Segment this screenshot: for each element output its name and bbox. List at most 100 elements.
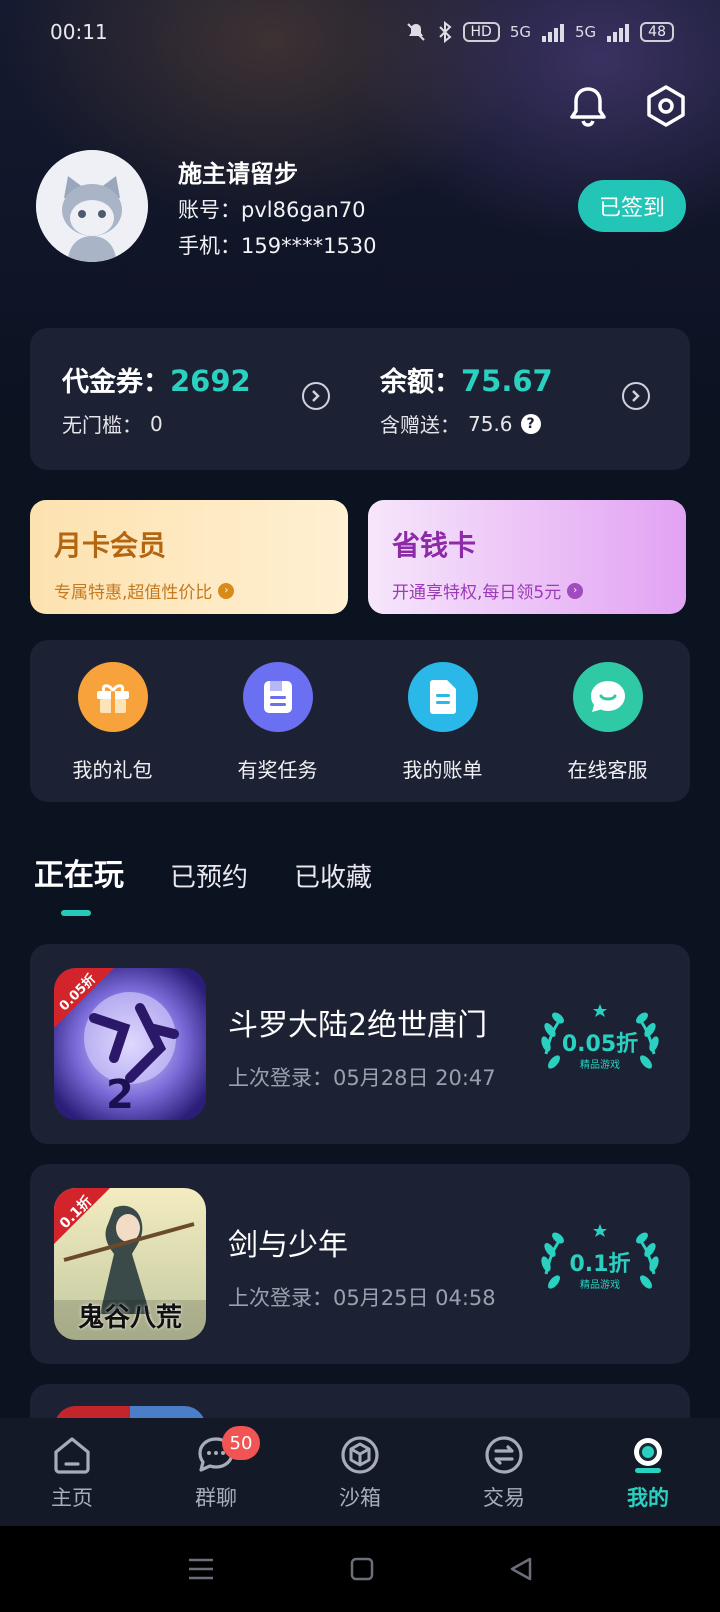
- header-actions: [566, 84, 688, 128]
- saver-card-subtitle: 开通享特权,每日领5元: [392, 583, 562, 603]
- notification-button[interactable]: [566, 84, 610, 128]
- account-line: 账号：pvl86gan70: [178, 194, 366, 224]
- game-tabs: 正在玩 已预约 已收藏: [34, 850, 372, 894]
- game-name: 斗罗大陆2绝世唐门: [228, 1008, 488, 1043]
- quick-action-label: 在线客服: [567, 758, 648, 782]
- saver-card-promo[interactable]: 省钱卡 开通享特权,每日领5元 ›: [368, 500, 686, 614]
- settings-hexagon-icon: [647, 85, 685, 127]
- nav-sandbox[interactable]: 沙箱: [288, 1418, 432, 1526]
- bluetooth-icon: [438, 21, 452, 43]
- monthly-card-subtitle: 专属特惠,超值性价比: [54, 583, 213, 603]
- quick-action-label: 我的账单: [402, 758, 483, 782]
- game-icon-jian: 0.1折 鬼谷八荒: [54, 1188, 206, 1340]
- bell-icon: [570, 87, 606, 127]
- chat-icon: [572, 662, 643, 732]
- nav-label: 群聊: [195, 1486, 237, 1510]
- saver-card-title: 省钱卡: [392, 529, 477, 562]
- tab-playing[interactable]: 正在玩: [34, 850, 124, 894]
- signal-bars-icon-2: [607, 24, 630, 42]
- account-label: 账号：: [178, 198, 241, 222]
- tab-reserved[interactable]: 已预约: [170, 857, 248, 894]
- phone-label: 手机：: [178, 234, 241, 258]
- gift-label: 含赠送：: [380, 413, 460, 437]
- bill-icon: [407, 662, 478, 732]
- cat-avatar-icon: [36, 150, 148, 262]
- balance-value: 75.67: [461, 364, 553, 398]
- voucher-arrow-button[interactable]: [302, 382, 330, 410]
- game-card[interactable]: 0.1折 鬼谷八荒 剑与少年 上次登录：05月25日 04:58 0.1折 精品…: [30, 1164, 690, 1364]
- chevron-right-icon: [312, 390, 320, 402]
- nav-home[interactable]: 主页: [0, 1418, 144, 1526]
- nav-label: 我的: [627, 1486, 669, 1510]
- avatar[interactable]: [36, 150, 148, 262]
- checkin-button[interactable]: 已签到: [578, 180, 686, 232]
- balance-block[interactable]: 余额：75.67 含赠送： 75.6?: [380, 360, 553, 438]
- voucher-block[interactable]: 代金券：2692 无门槛： 0: [62, 360, 251, 438]
- quick-action-label: 有奖任务: [237, 758, 318, 782]
- bottom-nav: 主页 50 群聊 沙箱 交易 我的: [0, 1418, 720, 1526]
- profile-section: 施主请留步 账号：pvl86gan70 手机：159****1530 已签到: [36, 148, 686, 262]
- account-value: pvl86gan70: [241, 198, 366, 222]
- unread-badge: 50: [222, 1426, 260, 1460]
- game-last-login: 上次登录：05月25日 04:58: [228, 1282, 496, 1312]
- mute-bell-icon: [406, 23, 425, 41]
- voucher-value: 2692: [170, 364, 251, 398]
- discount-value: 0.1折: [569, 1252, 631, 1277]
- nav-group-chat[interactable]: 50 群聊: [144, 1418, 288, 1526]
- settings-button[interactable]: [644, 84, 688, 128]
- discount-subtitle: 精品游戏: [580, 1060, 620, 1071]
- tab-favorites[interactable]: 已收藏: [294, 857, 372, 894]
- nav-label: 交易: [483, 1486, 525, 1510]
- nav-label: 沙箱: [339, 1486, 381, 1510]
- svg-text:2: 2: [106, 1072, 134, 1118]
- quick-action-support[interactable]: 在线客服: [525, 640, 690, 802]
- chevron-right-icon: ›: [567, 582, 584, 599]
- nav-label: 主页: [51, 1486, 93, 1510]
- quick-action-bill[interactable]: 我的账单: [360, 640, 525, 802]
- chevron-right-icon: ›: [218, 582, 235, 599]
- last-login-value: 05月28日 20:47: [333, 1066, 496, 1090]
- quick-action-label: 我的礼包: [72, 758, 153, 782]
- game-art-text: 鬼谷八荒: [77, 1303, 182, 1333]
- chevron-right-icon: [632, 390, 640, 402]
- battery-indicator: 48: [640, 22, 674, 42]
- monthly-card-promo[interactable]: 月卡会员 专属特惠,超值性价比 ›: [30, 500, 348, 614]
- nav-trade[interactable]: 交易: [432, 1418, 576, 1526]
- gift-value: 75.6: [468, 411, 513, 436]
- signal-5g-icon: 5G: [509, 23, 531, 41]
- trade-icon: [485, 1436, 523, 1474]
- phone-line: 手机：159****1530: [178, 230, 377, 260]
- task-icon: [242, 662, 313, 732]
- game-card[interactable]: 2 0.05折 斗罗大陆2绝世唐门 上次登录：05月28日 20:47 0.05…: [30, 944, 690, 1144]
- game-icon-douluo: 2 0.05折: [54, 968, 206, 1120]
- last-login-label: 上次登录：: [228, 1286, 333, 1310]
- nav-profile[interactable]: 我的: [576, 1418, 720, 1526]
- status-time: 00:11: [50, 20, 108, 44]
- quick-action-task[interactable]: 有奖任务: [195, 640, 360, 802]
- last-login-label: 上次登录：: [228, 1066, 333, 1090]
- balance-arrow-button[interactable]: [622, 382, 650, 410]
- back-triangle-icon[interactable]: [508, 1556, 534, 1582]
- discount-value: 0.05折: [561, 1032, 639, 1057]
- wallet-card: 代金券：2692 无门槛： 0 余额：75.67 含赠送： 75.6?: [30, 328, 690, 470]
- no-threshold-label: 无门槛：: [62, 413, 142, 437]
- game-last-login: 上次登录：05月28日 20:47: [228, 1062, 496, 1092]
- help-icon[interactable]: ?: [520, 413, 541, 434]
- quick-action-gift[interactable]: 我的礼包: [30, 640, 195, 802]
- discount-badge: 0.05折 精品游戏: [540, 1004, 660, 1084]
- nickname: 施主请留步: [178, 160, 298, 188]
- hd-indicator: HD: [462, 22, 500, 42]
- home-icon: [54, 1437, 90, 1474]
- signal-bars-icon: [542, 24, 564, 42]
- last-login-value: 05月25日 04:58: [333, 1286, 496, 1310]
- gift-icon: [77, 662, 148, 732]
- home-square-icon[interactable]: [349, 1556, 375, 1582]
- sandbox-icon: [341, 1436, 379, 1474]
- menu-icon[interactable]: [186, 1556, 216, 1582]
- balance-label: 余额：: [380, 367, 461, 398]
- no-threshold-value: 0: [150, 411, 163, 436]
- profile-icon: [634, 1438, 662, 1473]
- status-icons: HD 5G 5G 48: [405, 21, 674, 43]
- status-bar: 00:11 HD 5G 5G 48: [0, 0, 720, 64]
- signal-5g-icon-2: 5G: [575, 23, 597, 41]
